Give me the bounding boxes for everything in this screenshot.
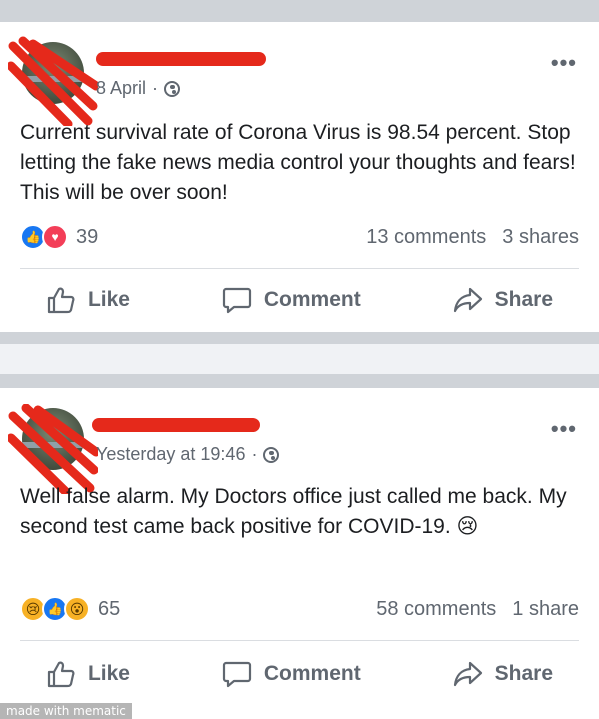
post-timestamp[interactable]: Yesterday at 19:46 xyxy=(96,444,245,465)
like-button[interactable]: Like xyxy=(46,286,130,314)
share-arrow-icon xyxy=(453,661,482,687)
share-arrow-icon xyxy=(453,287,482,313)
wow-reaction-icon: 😮 xyxy=(64,596,90,622)
comment-button[interactable]: Comment xyxy=(222,286,361,314)
post-meta: 8 April · xyxy=(96,78,181,99)
like-label: Like xyxy=(87,288,130,311)
engagement-counts: 58 comments 1 share xyxy=(376,598,579,621)
meta-separator: · xyxy=(251,444,258,464)
feed-separator-middle xyxy=(0,332,599,344)
shares-count[interactable]: 1 share xyxy=(512,598,579,621)
more-options-icon[interactable]: ••• xyxy=(551,50,577,76)
like-label: Like xyxy=(87,662,130,685)
share-label: Share xyxy=(494,662,554,685)
globe-icon xyxy=(164,80,181,97)
name-redaction xyxy=(96,52,266,66)
feed-separator-top xyxy=(0,0,599,22)
meta-separator: · xyxy=(152,78,159,98)
screenshot-gap xyxy=(0,344,599,374)
comment-bubble-icon xyxy=(222,287,251,314)
share-label: Share xyxy=(494,288,554,311)
share-button[interactable]: Share xyxy=(453,660,553,688)
divider xyxy=(20,268,579,269)
more-options-icon[interactable]: ••• xyxy=(551,416,577,442)
comment-bubble-icon xyxy=(222,661,251,688)
post-2: ••• Yesterday at 19:46 · Well false alar… xyxy=(0,388,599,719)
comments-count[interactable]: 13 comments xyxy=(366,226,486,249)
post-meta: Yesterday at 19:46 · xyxy=(96,444,280,465)
comment-label: Comment xyxy=(263,662,361,685)
post-timestamp[interactable]: 8 April xyxy=(96,78,146,99)
thumbs-up-icon xyxy=(47,287,75,314)
share-button[interactable]: Share xyxy=(453,286,553,314)
avatar[interactable] xyxy=(22,408,84,470)
comments-count[interactable]: 58 comments xyxy=(376,598,496,621)
like-button[interactable]: Like xyxy=(46,660,130,688)
reactions-summary[interactable]: 😢 👍 😮 65 xyxy=(20,596,120,622)
divider xyxy=(20,640,579,641)
thumbs-up-icon xyxy=(47,661,75,688)
action-bar: Like Comment Share xyxy=(0,660,599,688)
post-text: Well false alarm. My Doctors office just… xyxy=(20,485,567,538)
action-bar: Like Comment Share xyxy=(0,286,599,314)
reaction-count: 39 xyxy=(76,225,99,248)
engagement-counts: 13 comments 3 shares xyxy=(366,226,579,249)
comment-button[interactable]: Comment xyxy=(222,660,361,688)
globe-icon xyxy=(263,446,280,463)
post-text: Current survival rate of Corona Virus is… xyxy=(20,121,576,204)
reactions-summary[interactable]: 👍 ♥ 39 xyxy=(20,224,98,250)
name-redaction xyxy=(92,418,260,432)
reaction-count: 65 xyxy=(98,597,121,620)
shares-count[interactable]: 3 shares xyxy=(502,226,579,249)
comment-label: Comment xyxy=(263,288,361,311)
avatar[interactable] xyxy=(22,42,84,104)
love-reaction-icon: ♥ xyxy=(42,224,68,250)
feed-separator-lower xyxy=(0,374,599,388)
watermark: made with mematic xyxy=(0,703,132,719)
post-1: ••• 8 April · Current survival rate of C… xyxy=(0,22,599,332)
